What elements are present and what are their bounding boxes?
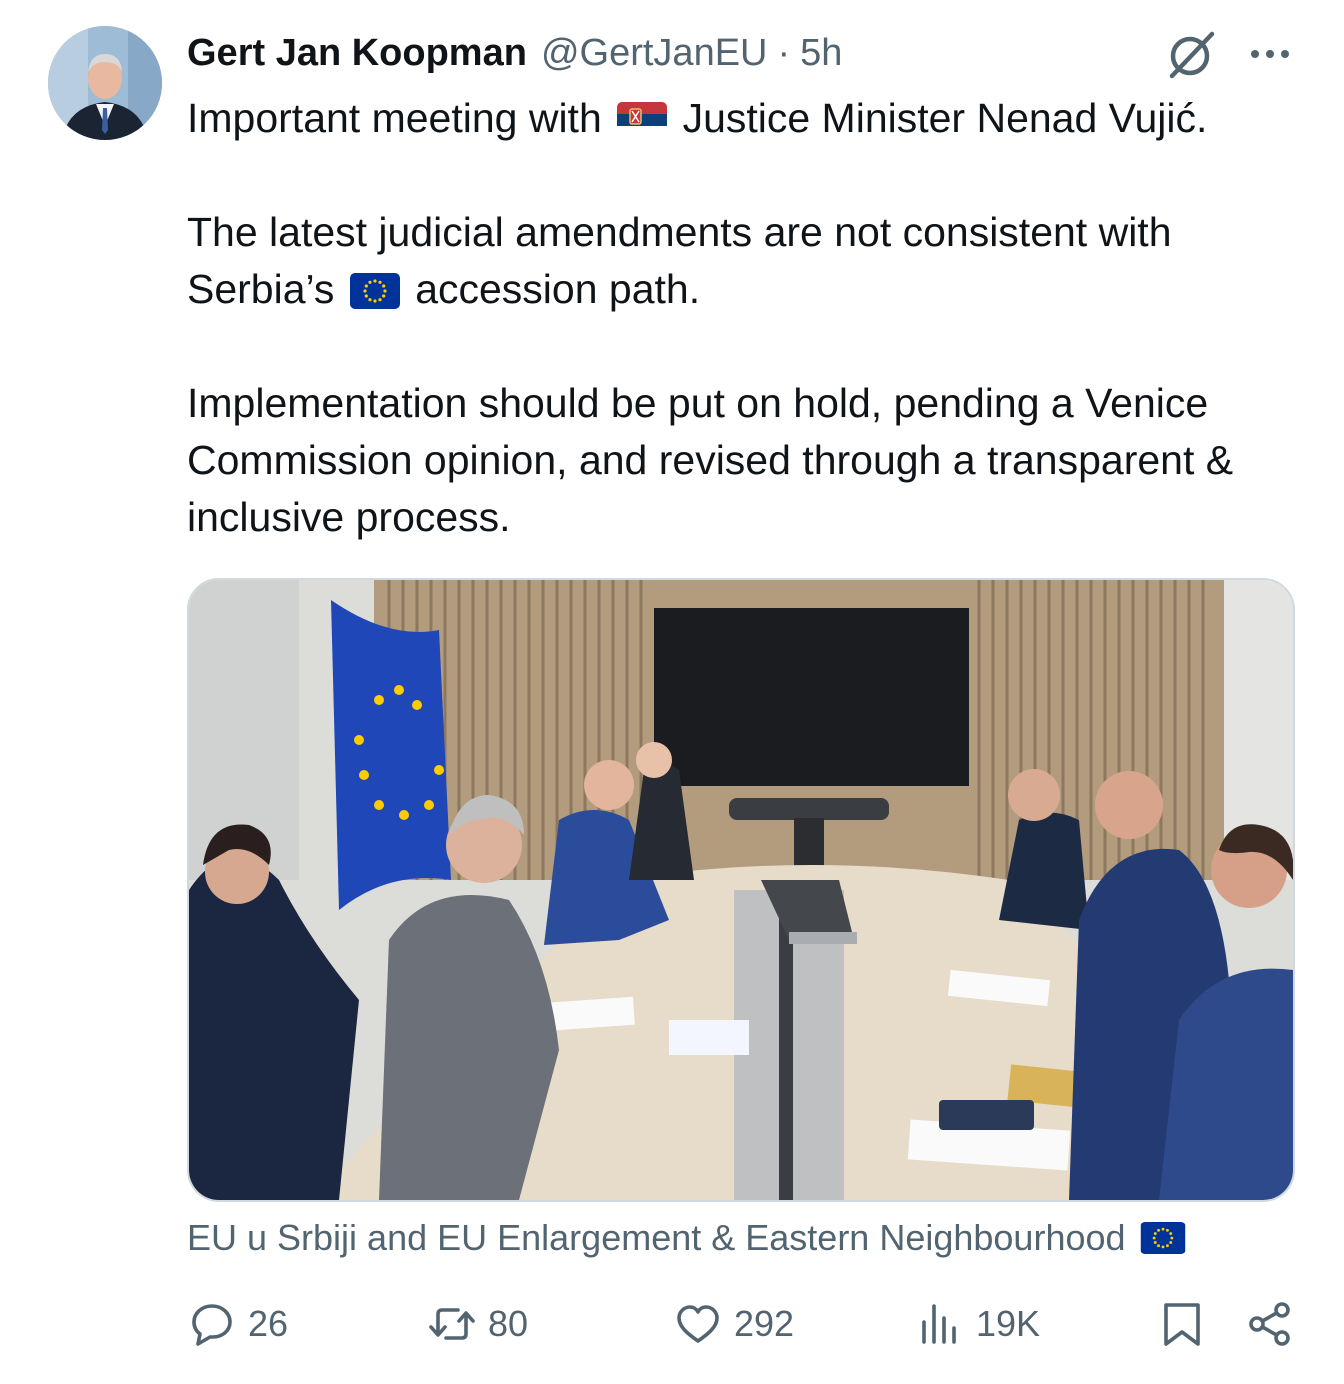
tweet-text-segment: Important meeting with [187, 95, 602, 141]
like-count: 292 [734, 1303, 795, 1344]
views-button[interactable]: 19K [916, 1294, 1040, 1354]
tweet-actions: 26 80 292 19K [0, 1294, 1344, 1354]
reply-icon [192, 1304, 232, 1346]
reply-button[interactable]: 26 [188, 1294, 288, 1354]
tweet: Gert Jan Koopman @GertJanEU · 5h Importa… [0, 0, 1344, 1384]
tagged-users-text: EU u Srbiji and EU Enlargement & Eastern… [187, 1217, 1126, 1258]
heart-icon [677, 1305, 719, 1343]
bookmark-button[interactable] [1158, 1294, 1206, 1354]
tweet-photo[interactable] [187, 578, 1295, 1202]
tweet-timestamp[interactable]: 5h [800, 32, 842, 75]
eu-flag-icon [349, 273, 400, 309]
tweet-header: Gert Jan Koopman @GertJanEU · 5h [187, 30, 842, 76]
views-icon [922, 1304, 956, 1344]
meeting-photo [189, 580, 1293, 1200]
tweet-paragraph-1: Important meeting with Justice Minister … [187, 90, 1307, 147]
share-icon [1249, 1302, 1290, 1346]
repost-count: 80 [488, 1303, 529, 1344]
tweet-text-segment: Justice Minister Nenad Vujić. [682, 95, 1208, 141]
more-icon[interactable] [1248, 36, 1292, 72]
share-button[interactable] [1246, 1294, 1294, 1354]
reply-count: 26 [248, 1303, 289, 1344]
tagged-users[interactable]: EU u Srbiji and EU Enlargement & Eastern… [187, 1214, 1190, 1262]
grok-icon[interactable] [1164, 28, 1220, 80]
author-display-name[interactable]: Gert Jan Koopman [187, 32, 527, 75]
repost-icon [429, 1308, 475, 1340]
tweet-text-segment: accession path. [415, 266, 701, 312]
tweet-paragraph-3: Implementation should be put on hold, pe… [187, 380, 1234, 540]
tweet-text: Important meeting with Justice Minister … [187, 90, 1307, 603]
tweet-paragraph-2: The latest judicial amendments are not c… [187, 204, 1307, 318]
like-button[interactable]: 292 [674, 1294, 794, 1354]
serbia-flag-icon [617, 102, 668, 138]
eu-flag-icon [1140, 1222, 1186, 1254]
header-separator: · [777, 31, 791, 74]
views-count: 19K [976, 1303, 1041, 1344]
repost-button[interactable]: 80 [428, 1294, 528, 1354]
author-avatar[interactable] [48, 26, 162, 140]
author-handle[interactable]: @GertJanEU [541, 32, 768, 75]
bookmark-icon [1164, 1303, 1200, 1346]
avatar-photo [48, 26, 162, 140]
